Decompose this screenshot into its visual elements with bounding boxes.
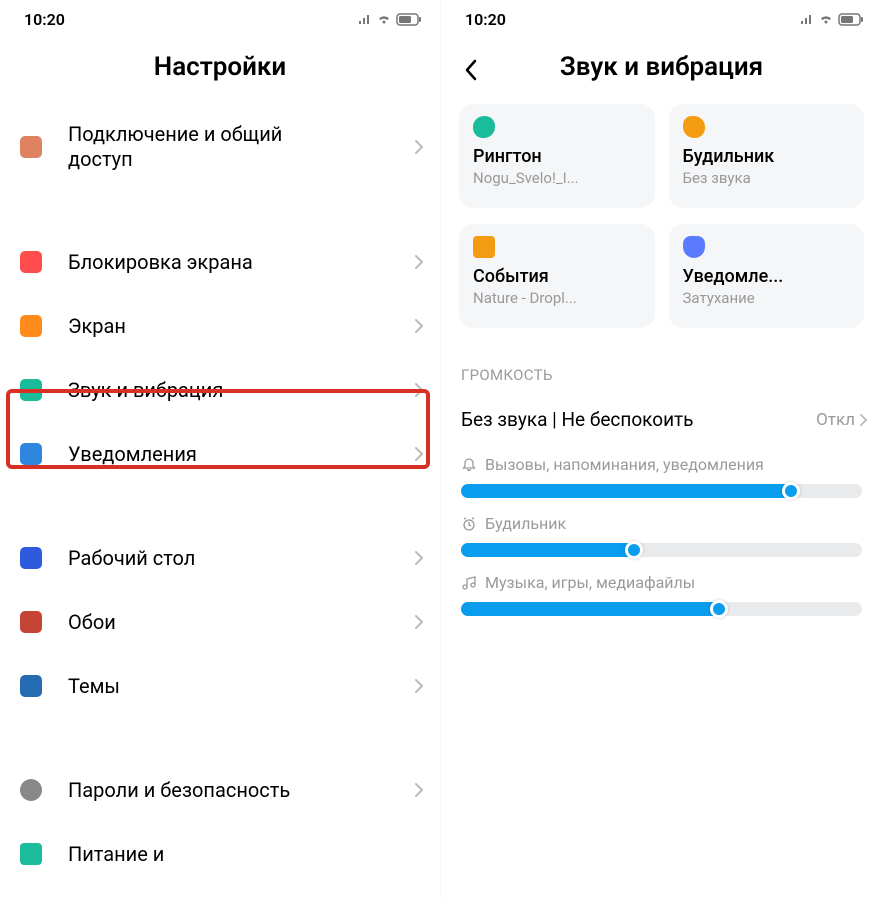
sound-cards-row-2: События Nature - Dropl... Уведомле... За… [441, 224, 882, 344]
slider-ring: Вызовы, напоминания, уведомления [441, 445, 882, 504]
row-label: Звук и вибрация [68, 378, 414, 403]
row-label: Уведомления [68, 442, 414, 467]
signal-icon [358, 13, 372, 25]
signal-icon [800, 13, 814, 25]
settings-list: Подключение и общий доступ Блокировка эк… [0, 104, 440, 886]
row-label: Рабочий стол [68, 546, 414, 571]
card-ringtone[interactable]: Рингтон Nogu_Svelo!_I... [459, 104, 655, 208]
row-label: Питание и [68, 842, 424, 867]
alarm-icon [683, 116, 711, 140]
lock-icon [20, 248, 54, 276]
battery-icon [396, 13, 422, 26]
dnd-value: Откл [816, 410, 855, 430]
card-notifications[interactable]: Уведомле... Затухание [669, 224, 865, 328]
status-time: 10:20 [24, 10, 65, 29]
home-icon [20, 544, 54, 572]
page-title: Настройки [0, 34, 440, 104]
back-button[interactable] [457, 56, 485, 84]
chevron-left-icon [464, 59, 478, 81]
slider-label: Вызовы, напоминания, уведомления [461, 455, 862, 474]
card-title: События [473, 266, 641, 287]
slider-thumb[interactable] [625, 541, 643, 559]
music-outline-icon [461, 575, 477, 591]
sound-icon [20, 376, 54, 404]
row-home-screen[interactable]: Рабочий стол [0, 526, 440, 590]
row-wallpaper[interactable]: Обои [0, 590, 440, 654]
status-icons [800, 13, 864, 26]
chevron-right-icon [859, 413, 868, 427]
row-passwords-security[interactable]: Пароли и безопасность [0, 758, 440, 822]
row-label: Пароли и безопасность [68, 778, 414, 803]
slider-label: Музыка, игры, медиафайлы [461, 573, 862, 592]
ringtone-icon [473, 116, 501, 140]
sound-screen: 10:20 Звук и вибрация Рингтон Nogu_Svelo… [441, 0, 882, 898]
bell-outline-icon [461, 457, 477, 473]
dnd-label: Без звука | Не беспокоить [461, 408, 816, 431]
card-subtitle: Без звука [683, 169, 851, 187]
row-dnd[interactable]: Без звука | Не беспокоить Откл [441, 394, 882, 445]
wifi-icon [818, 13, 834, 25]
card-subtitle: Затухание [683, 289, 851, 307]
row-battery[interactable]: Питание и [0, 822, 440, 886]
chevron-right-icon [414, 550, 424, 566]
wallpaper-icon [20, 608, 54, 636]
row-notifications[interactable]: Уведомления [0, 422, 440, 486]
card-subtitle: Nature - Dropl... [473, 289, 641, 307]
row-label: Темы [68, 674, 414, 699]
chevron-right-icon [414, 318, 424, 334]
chevron-right-icon [414, 254, 424, 270]
battery-icon [838, 13, 864, 26]
card-title: Будильник [683, 146, 851, 167]
tethering-icon [20, 133, 54, 161]
slider-label: Будильник [461, 514, 862, 533]
settings-screen: 10:20 Настройки Подключение и общий дост… [0, 0, 441, 898]
chevron-right-icon [414, 139, 424, 155]
status-time: 10:20 [465, 10, 506, 29]
slider-fill [461, 602, 726, 616]
slider-thumb[interactable] [782, 482, 800, 500]
card-events[interactable]: События Nature - Dropl... [459, 224, 655, 328]
slider-alarm: Будильник [441, 504, 882, 563]
sound-cards-row-1: Рингтон Nogu_Svelo!_I... Будильник Без з… [441, 104, 882, 224]
slider-track[interactable] [461, 602, 862, 616]
row-sound-vibration[interactable]: Звук и вибрация [0, 358, 440, 422]
wifi-icon [376, 13, 392, 25]
row-label: Экран [68, 314, 414, 339]
chevron-right-icon [414, 678, 424, 694]
battery-settings-icon [20, 840, 54, 868]
slider-track[interactable] [461, 484, 862, 498]
row-themes[interactable]: Темы [0, 654, 440, 718]
notifications-icon [20, 440, 54, 468]
row-label: Обои [68, 610, 414, 635]
row-display[interactable]: Экран [0, 294, 440, 358]
events-icon [473, 236, 501, 260]
slider-fill [461, 543, 641, 557]
status-icons [358, 13, 422, 26]
display-icon [20, 312, 54, 340]
themes-icon [20, 672, 54, 700]
bell-icon [683, 236, 711, 260]
row-lock-screen[interactable]: Блокировка экрана [0, 230, 440, 294]
page-title: Звук и вибрация [441, 34, 882, 104]
slider-thumb[interactable] [710, 600, 728, 618]
chevron-right-icon [414, 446, 424, 462]
row-label: Подключение и общий доступ [68, 122, 414, 172]
chevron-right-icon [414, 614, 424, 630]
slider-fill [461, 484, 798, 498]
chevron-right-icon [414, 382, 424, 398]
security-icon [20, 776, 54, 804]
card-title: Уведомле... [683, 266, 851, 287]
status-bar: 10:20 [441, 0, 882, 34]
card-title: Рингтон [473, 146, 641, 167]
slider-track[interactable] [461, 543, 862, 557]
section-volume-label: ГРОМКОСТЬ [441, 344, 882, 394]
card-subtitle: Nogu_Svelo!_I... [473, 169, 641, 187]
card-alarm[interactable]: Будильник Без звука [669, 104, 865, 208]
alarm-outline-icon [461, 516, 477, 532]
chevron-right-icon [414, 782, 424, 798]
status-bar: 10:20 [0, 0, 440, 34]
slider-media: Музыка, игры, медиафайлы [441, 563, 882, 622]
row-connection-sharing[interactable]: Подключение и общий доступ [0, 104, 440, 190]
row-label: Блокировка экрана [68, 250, 414, 275]
